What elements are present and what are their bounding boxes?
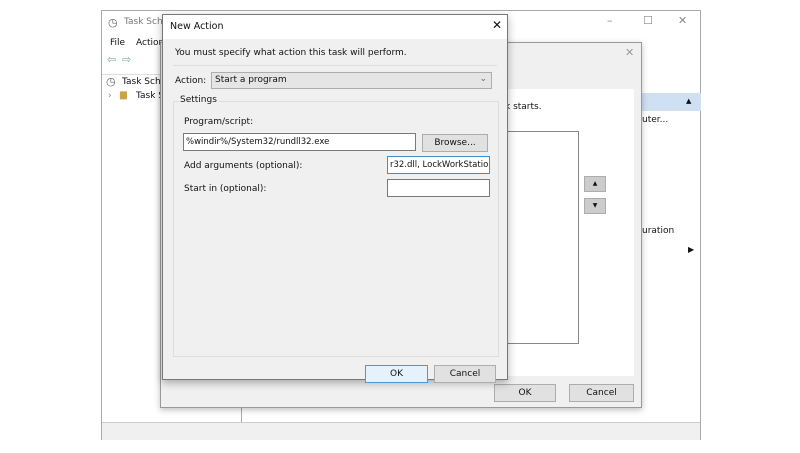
start-in-label: Start in (optional): xyxy=(184,184,267,194)
actions-item[interactable]: uter... xyxy=(642,115,668,125)
browse-button[interactable]: Browse... xyxy=(422,134,488,152)
clock-icon: ◷ xyxy=(108,16,118,29)
status-bar xyxy=(102,422,700,440)
divider xyxy=(173,65,497,66)
arguments-label: Add arguments (optional): xyxy=(184,161,303,171)
arguments-input[interactable]: r32.dll, LockWorkStation xyxy=(387,156,490,174)
actions-item[interactable]: uration xyxy=(642,226,674,236)
forward-icon[interactable]: ⇨ xyxy=(122,53,131,66)
cancel-button[interactable]: Cancel xyxy=(569,384,634,402)
cancel-button[interactable]: Cancel xyxy=(434,365,496,383)
settings-label: Settings xyxy=(179,95,218,105)
new-action-dialog: New Action ✕ You must specify what actio… xyxy=(162,14,508,383)
submenu-arrow-icon[interactable]: ▶ xyxy=(688,245,694,254)
action-select[interactable]: Start a program ⌄ xyxy=(211,72,492,89)
instruction-text: You must specify what action this task w… xyxy=(175,48,407,58)
close-button[interactable]: ✕ xyxy=(678,14,687,27)
menu-file[interactable]: File xyxy=(110,38,125,48)
collapse-up-icon[interactable]: ▲ xyxy=(686,97,691,105)
folder-icon: ▆ xyxy=(120,90,127,100)
close-icon[interactable]: ✕ xyxy=(625,46,634,59)
program-label: Program/script: xyxy=(184,117,254,127)
ok-button[interactable]: OK xyxy=(365,365,428,383)
dialog-title: New Action xyxy=(170,21,224,32)
close-button[interactable]: ✕ xyxy=(492,18,502,32)
clock-icon: ◷ xyxy=(106,75,116,88)
minimize-button[interactable]: – xyxy=(607,14,613,27)
maximize-button[interactable]: ☐ xyxy=(643,14,653,27)
move-down-button[interactable]: ▼ xyxy=(584,198,606,214)
move-up-button[interactable]: ▲ xyxy=(584,176,606,192)
ok-button[interactable]: OK xyxy=(494,384,556,402)
actions-list[interactable] xyxy=(501,131,579,344)
back-icon[interactable]: ⇦ xyxy=(107,53,116,66)
chevron-down-icon: ⌄ xyxy=(479,74,487,84)
program-input[interactable]: %windir%/System32/rundll32.exe xyxy=(183,133,416,151)
action-select-value: Start a program xyxy=(215,75,287,85)
actions-pane-header[interactable] xyxy=(641,93,701,111)
description-text: k starts. xyxy=(505,102,542,112)
action-label: Action: xyxy=(175,76,207,86)
expand-chevron-icon[interactable]: › xyxy=(108,91,112,101)
start-in-input[interactable] xyxy=(387,179,490,197)
